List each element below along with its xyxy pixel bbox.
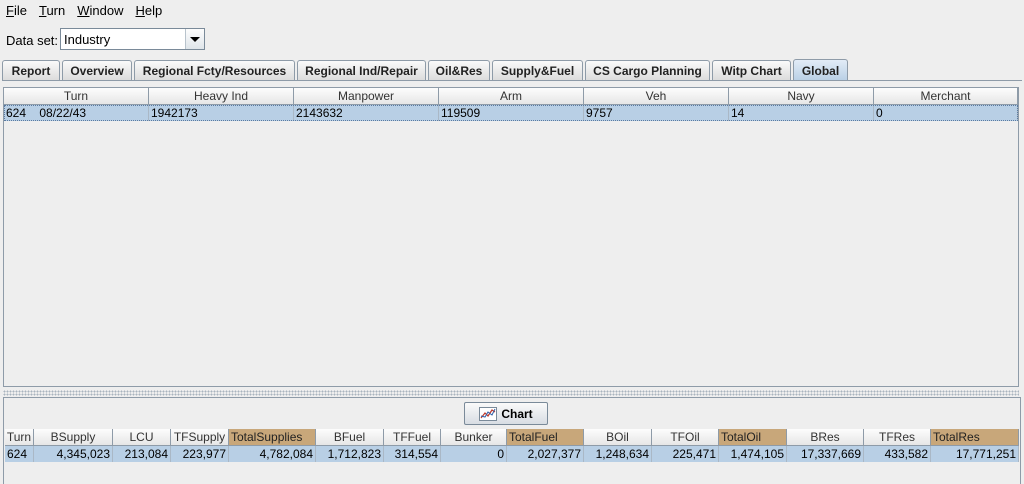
table-cell-tfoil[interactable]: 225,471 (652, 446, 719, 462)
column-header-bres[interactable]: BRes (787, 429, 864, 446)
table-cell-arm[interactable]: 119509 (439, 105, 584, 121)
table-cell-bres[interactable]: 17,337,669 (787, 446, 864, 462)
column-header-totalsupplies[interactable]: TotalSupplies (229, 429, 316, 446)
column-header-lcu[interactable]: LCU (113, 429, 171, 446)
summary-panel: Chart Turn BSupply LCU TFSupply TotalSup… (3, 397, 1021, 484)
column-header-bfuel[interactable]: BFuel (316, 429, 384, 446)
column-header-veh[interactable]: Veh (584, 88, 729, 105)
tab-oil-res[interactable]: Oil&Res (428, 60, 490, 80)
table-cell-tffuel[interactable]: 314,554 (384, 446, 441, 462)
table-cell-bsupply[interactable]: 4,345,023 (34, 446, 113, 462)
table-cell-navy[interactable]: 14 (729, 105, 874, 121)
tab-supply-fuel[interactable]: Supply&Fuel (492, 60, 583, 80)
column-header-tfsupply[interactable]: TFSupply (171, 429, 229, 446)
column-header-merchant[interactable]: Merchant (874, 88, 1018, 105)
menu-bar: File Turn Window Help (0, 0, 1024, 22)
column-header-tfres[interactable]: TFRes (864, 429, 931, 446)
column-header-totalres[interactable]: TotalRes (931, 429, 1019, 446)
menu-turn[interactable]: Turn (33, 0, 71, 22)
column-header-manpower[interactable]: Manpower (294, 88, 439, 105)
table-cell-manpower[interactable]: 2143632 (294, 105, 439, 121)
menu-help[interactable]: Help (129, 0, 168, 22)
column-header-boil[interactable]: BOil (584, 429, 652, 446)
column-header-tffuel[interactable]: TFFuel (384, 429, 441, 446)
dataset-select[interactable]: Industry (60, 28, 205, 50)
dataset-value: Industry (64, 32, 111, 47)
chart-button-label: Chart (501, 406, 533, 421)
industry-table-panel: Turn Heavy Ind Manpower Arm Veh Navy Mer… (3, 87, 1019, 387)
table-cell-tfsupply[interactable]: 223,977 (171, 446, 229, 462)
table-cell-totaloil[interactable]: 1,474,105 (719, 446, 787, 462)
menu-file[interactable]: File (0, 0, 33, 22)
dataset-label: Data set: (6, 33, 59, 48)
table-cell-turn[interactable]: 624 (5, 446, 34, 462)
tab-overview[interactable]: Overview (62, 60, 132, 80)
tab-regional-fcty-resources[interactable]: Regional Fcty/Resources (134, 60, 295, 80)
table-cell-totalres[interactable]: 17,771,251 (931, 446, 1019, 462)
tab-global[interactable]: Global (793, 59, 848, 81)
tab-divider (2, 80, 1022, 81)
tab-witp-chart[interactable]: Witp Chart (712, 60, 791, 80)
table-cell-tfres[interactable]: 433,582 (864, 446, 931, 462)
table-cell-turn[interactable]: 624 08/22/43 (4, 105, 149, 121)
column-header-arm[interactable]: Arm (439, 88, 584, 105)
column-header-tfoil[interactable]: TFOil (652, 429, 719, 446)
table-cell-boil[interactable]: 1,248,634 (584, 446, 652, 462)
column-header-totalfuel[interactable]: TotalFuel (507, 429, 584, 446)
table-cell-merchant[interactable]: 0 (874, 105, 1018, 121)
column-header-turn[interactable]: Turn (5, 429, 34, 446)
chevron-down-icon[interactable] (185, 29, 204, 49)
chart-button[interactable]: Chart (464, 402, 548, 425)
table-cell-totalsupplies[interactable]: 4,782,084 (229, 446, 316, 462)
tab-cs-cargo-planning[interactable]: CS Cargo Planning (585, 60, 710, 80)
table-cell-bunker[interactable]: 0 (441, 446, 507, 462)
column-header-bunker[interactable]: Bunker (441, 429, 507, 446)
line-chart-icon (479, 406, 498, 421)
column-header-heavy-ind[interactable]: Heavy Ind (149, 88, 294, 105)
column-header-totaloil[interactable]: TotalOil (719, 429, 787, 446)
table-cell-heavy-ind[interactable]: 1942173 (149, 105, 294, 121)
menu-window[interactable]: Window (71, 0, 129, 22)
split-pane-divider[interactable] (3, 390, 1019, 396)
tab-regional-ind-repair[interactable]: Regional Ind/Repair (297, 60, 426, 80)
tab-report[interactable]: Report (2, 60, 60, 80)
table-cell-veh[interactable]: 9757 (584, 105, 729, 121)
table-cell-lcu[interactable]: 213,084 (113, 446, 171, 462)
column-header-turn[interactable]: Turn (4, 88, 149, 105)
table-cell-totalfuel[interactable]: 2,027,377 (507, 446, 584, 462)
column-header-navy[interactable]: Navy (729, 88, 874, 105)
table-cell-bfuel[interactable]: 1,712,823 (316, 446, 384, 462)
column-header-bsupply[interactable]: BSupply (34, 429, 113, 446)
